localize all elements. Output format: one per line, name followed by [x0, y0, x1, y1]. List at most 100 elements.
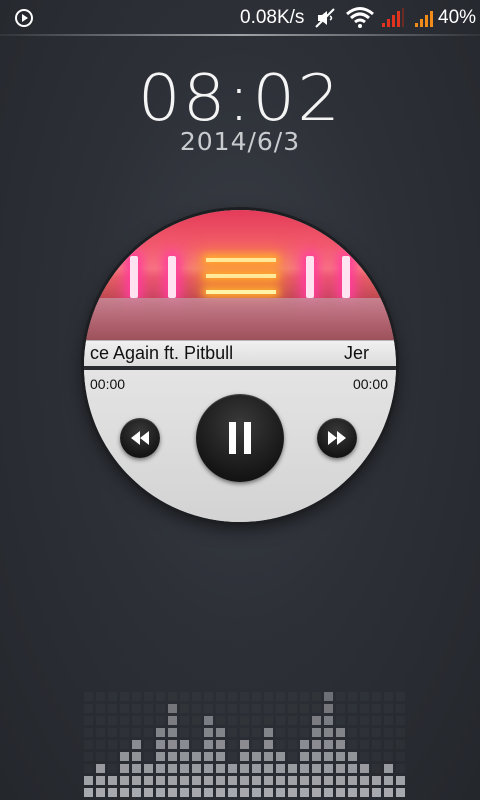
equalizer-cell [180, 728, 189, 737]
equalizer-cell [288, 692, 297, 701]
equalizer-cell [372, 776, 381, 785]
equalizer-cell [336, 704, 345, 713]
equalizer-cell [216, 776, 225, 785]
equalizer-cell [372, 788, 381, 797]
equalizer-cell [360, 716, 369, 725]
equalizer-cell [312, 764, 321, 773]
equalizer-cell [252, 740, 261, 749]
equalizer-cell [180, 692, 189, 701]
equalizer-cell [204, 788, 213, 797]
equalizer-cell [276, 728, 285, 737]
fast-forward-icon [328, 431, 346, 445]
equalizer-cell [96, 728, 105, 737]
equalizer-cell [240, 692, 249, 701]
equalizer-cell [156, 776, 165, 785]
equalizer-cell [108, 740, 117, 749]
music-player-widget: ce Again ft. Pitbull Jer 00:00 00:00 [84, 210, 396, 522]
fast-forward-button[interactable] [317, 418, 357, 458]
equalizer-cell [360, 728, 369, 737]
equalizer-cell [312, 692, 321, 701]
equalizer-cell [240, 764, 249, 773]
album-art-light [306, 256, 314, 298]
equalizer-cell [216, 716, 225, 725]
equalizer-cell [252, 728, 261, 737]
equalizer-cell [336, 740, 345, 749]
equalizer-cell [108, 752, 117, 761]
pause-button[interactable] [196, 394, 284, 482]
equalizer-cell [288, 740, 297, 749]
clock-date: 2014/6/3 [179, 127, 301, 156]
album-art-light [206, 274, 276, 278]
equalizer-cell [252, 764, 261, 773]
cell-signal-icon [381, 8, 405, 33]
play-notification-icon[interactable] [14, 8, 34, 33]
equalizer-cell [240, 716, 249, 725]
equalizer-cell [384, 704, 393, 713]
equalizer-cell [240, 728, 249, 737]
equalizer-cell [168, 704, 177, 713]
equalizer-cell [300, 728, 309, 737]
rewind-button[interactable] [120, 418, 160, 458]
equalizer-cell [120, 776, 129, 785]
equalizer-cell [192, 752, 201, 761]
equalizer-cell [252, 788, 261, 797]
equalizer-cell [132, 728, 141, 737]
equalizer-cell [192, 728, 201, 737]
equalizer-cell [336, 692, 345, 701]
equalizer-cell [228, 764, 237, 773]
equalizer-cell [240, 740, 249, 749]
equalizer-cell [324, 764, 333, 773]
equalizer-cell [372, 764, 381, 773]
equalizer-cell [168, 728, 177, 737]
equalizer-cell [384, 788, 393, 797]
album-art-light [130, 256, 138, 298]
track-info-strip: ce Again ft. Pitbull Jer [84, 340, 396, 367]
equalizer-cell [324, 692, 333, 701]
equalizer-cell [372, 704, 381, 713]
equalizer-cell [108, 764, 117, 773]
equalizer-cell [312, 788, 321, 797]
equalizer-cell [288, 704, 297, 713]
equalizer-cell [192, 740, 201, 749]
equalizer-cell [384, 752, 393, 761]
equalizer-cell [84, 764, 93, 773]
equalizer-cell [336, 788, 345, 797]
equalizer-cell [180, 752, 189, 761]
equalizer-cell [360, 776, 369, 785]
equalizer-cell [180, 704, 189, 713]
equalizer-cell [192, 788, 201, 797]
equalizer-cell [168, 788, 177, 797]
equalizer-cell [276, 764, 285, 773]
equalizer-cell [324, 740, 333, 749]
equalizer-cell [132, 764, 141, 773]
equalizer-cell [312, 752, 321, 761]
equalizer-cell [96, 764, 105, 773]
equalizer-cell [396, 716, 405, 725]
equalizer-cell [96, 692, 105, 701]
equalizer-cell [300, 740, 309, 749]
equalizer-cell [348, 788, 357, 797]
status-bar: 0.08K/s 40% [0, 0, 480, 34]
equalizer-cell [276, 740, 285, 749]
wifi-icon [345, 6, 375, 33]
equalizer-cell [384, 692, 393, 701]
equalizer-cell [216, 704, 225, 713]
equalizer-cell [156, 728, 165, 737]
equalizer-cell [132, 788, 141, 797]
equalizer-cell [348, 740, 357, 749]
equalizer-cell [240, 704, 249, 713]
equalizer-cell [108, 692, 117, 701]
equalizer-cell [288, 788, 297, 797]
equalizer-cell [300, 776, 309, 785]
album-art-light [342, 256, 350, 298]
rewind-icon [131, 431, 149, 445]
track-artist: Jer [344, 343, 370, 363]
equalizer-cell [132, 740, 141, 749]
equalizer-cell [288, 728, 297, 737]
equalizer-cell [144, 716, 153, 725]
equalizer-cell [324, 788, 333, 797]
equalizer-cell [168, 764, 177, 773]
equalizer-cell [288, 776, 297, 785]
equalizer-cell [204, 752, 213, 761]
equalizer-cell [396, 692, 405, 701]
